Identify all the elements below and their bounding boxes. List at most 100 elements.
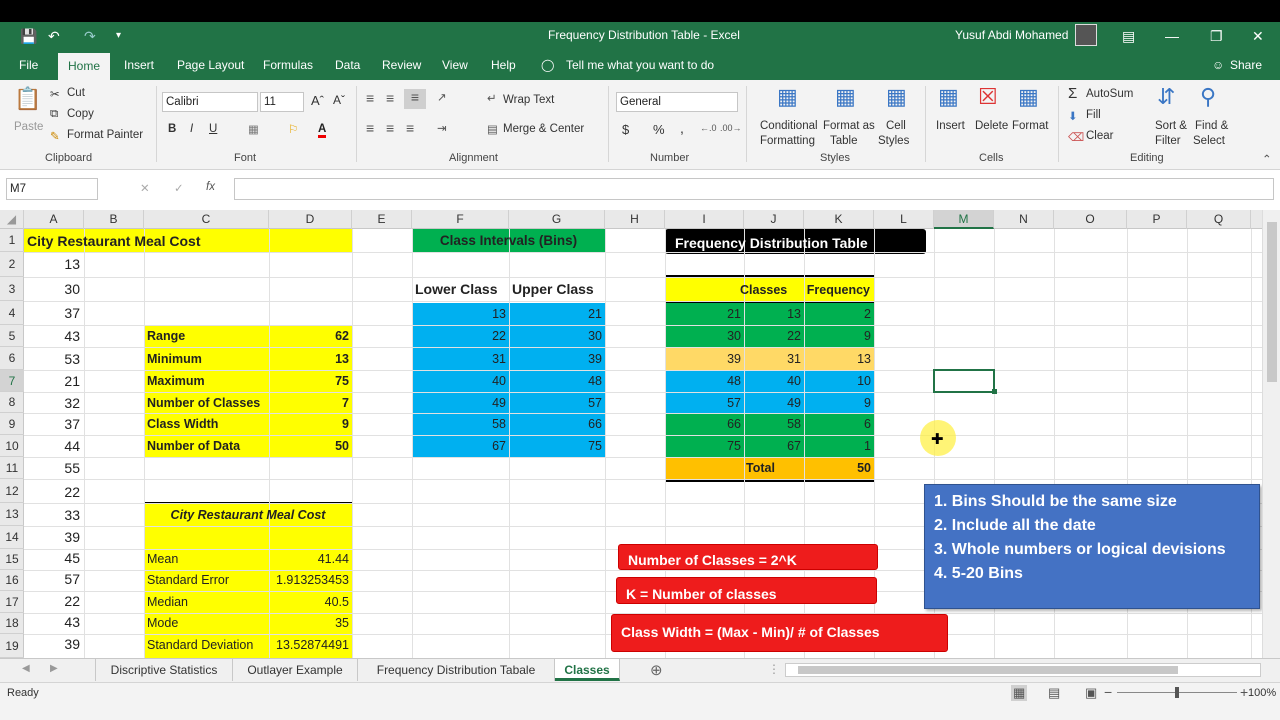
data-cell[interactable]: 13 bbox=[24, 254, 80, 274]
stat-value[interactable]: 62 bbox=[269, 326, 349, 346]
bold-button[interactable]: B bbox=[168, 123, 176, 135]
freq-classes-header[interactable]: Classes bbox=[740, 280, 787, 300]
find-select-label-2[interactable]: Select bbox=[1193, 135, 1225, 147]
freq-count[interactable]: 13 bbox=[804, 349, 871, 369]
col-header-e[interactable]: E bbox=[352, 210, 412, 229]
collapse-ribbon-icon[interactable]: ⌃ bbox=[1262, 152, 1272, 166]
ribbon-display-icon[interactable]: ▤ bbox=[1122, 28, 1135, 45]
col-header-k[interactable]: K bbox=[804, 210, 874, 229]
col-header-d[interactable]: D bbox=[269, 210, 352, 229]
restore-icon[interactable]: ❐ bbox=[1210, 28, 1223, 45]
page-break-view-icon[interactable]: ▣ bbox=[1085, 685, 1097, 701]
sheet-tab-classes[interactable]: Classes bbox=[555, 659, 620, 681]
bin-lower[interactable]: 58 bbox=[412, 414, 506, 434]
sheet-tab-outlayer[interactable]: Outlayer Example bbox=[233, 659, 358, 681]
bin-upper[interactable]: 57 bbox=[509, 393, 602, 413]
data-cell[interactable]: 21 bbox=[24, 371, 80, 391]
data-cell[interactable]: 37 bbox=[24, 414, 80, 434]
freq-total-value[interactable]: 50 bbox=[804, 458, 871, 478]
save-icon[interactable]: 💾 bbox=[20, 28, 37, 45]
align-center-icon[interactable]: ≡ bbox=[386, 120, 394, 136]
note-k-definition[interactable]: K = Number of classes bbox=[616, 577, 877, 604]
decrease-decimal-icon[interactable]: .00→ bbox=[720, 123, 742, 133]
col-header-g[interactable]: G bbox=[509, 210, 605, 229]
tell-me-search[interactable]: Tell me what you want to do bbox=[566, 58, 714, 72]
page-layout-view-icon[interactable]: ▤ bbox=[1048, 685, 1060, 701]
tab-home[interactable]: Home bbox=[58, 53, 110, 80]
freq-total-label[interactable]: Total bbox=[746, 458, 775, 478]
select-all-corner[interactable]: ◢ bbox=[0, 210, 24, 229]
stat-value[interactable]: 75 bbox=[269, 371, 349, 391]
close-icon[interactable]: ✕ bbox=[1252, 28, 1264, 45]
row-header[interactable]: 6 bbox=[0, 347, 24, 370]
grow-font-icon[interactable]: Aˆ bbox=[311, 93, 324, 108]
paste-button[interactable]: Paste bbox=[14, 121, 43, 133]
selected-cell-m7[interactable] bbox=[933, 369, 995, 393]
row-header[interactable]: 14 bbox=[0, 526, 24, 549]
percent-button[interactable]: % bbox=[653, 122, 665, 137]
row-header[interactable]: 13 bbox=[0, 503, 24, 526]
row-header[interactable]: 12 bbox=[0, 479, 24, 503]
insert-cells-icon[interactable]: ▦ bbox=[938, 84, 959, 110]
tab-insert[interactable]: Insert bbox=[124, 58, 154, 72]
freq-lower[interactable]: 31 bbox=[744, 349, 801, 369]
bins-upper-header[interactable]: Upper Class bbox=[512, 279, 594, 299]
data-cell[interactable]: 39 bbox=[24, 527, 80, 547]
orientation-icon[interactable]: ↗ bbox=[437, 90, 447, 104]
tab-view[interactable]: View bbox=[442, 58, 468, 72]
row-header[interactable]: 11 bbox=[0, 457, 24, 479]
freq-lower[interactable]: 13 bbox=[744, 304, 801, 324]
freq-lower[interactable]: 22 bbox=[744, 326, 801, 346]
desc-label[interactable]: Standard Deviation bbox=[147, 635, 253, 655]
freq-upper[interactable]: 57 bbox=[665, 393, 741, 413]
data-cell[interactable]: 45 bbox=[24, 548, 80, 568]
data-cell[interactable]: 55 bbox=[24, 458, 80, 478]
bin-lower[interactable]: 40 bbox=[412, 371, 506, 391]
menu-file[interactable]: File bbox=[19, 58, 38, 72]
format-as-table-label-1[interactable]: Format as bbox=[823, 120, 875, 132]
font-color-icon[interactable]: A bbox=[318, 123, 327, 138]
freq-lower[interactable]: 40 bbox=[744, 371, 801, 391]
increase-decimal-icon[interactable]: ←.0 bbox=[700, 123, 717, 133]
customize-qat-icon[interactable]: ▾ bbox=[116, 30, 121, 41]
stat-label[interactable]: Minimum bbox=[147, 349, 202, 369]
zoom-in-icon[interactable]: + bbox=[1240, 684, 1248, 700]
format-cells-button[interactable]: Format bbox=[1012, 120, 1048, 132]
desc-label[interactable]: Standard Error bbox=[147, 570, 229, 590]
horizontal-scrollbar[interactable] bbox=[785, 663, 1261, 677]
align-top-icon[interactable]: ≡ bbox=[366, 90, 374, 106]
stat-label[interactable]: Number of Data bbox=[147, 436, 240, 456]
stat-label[interactable]: Maximum bbox=[147, 371, 205, 391]
bin-upper[interactable]: 21 bbox=[509, 304, 602, 324]
col-header-i[interactable]: I bbox=[665, 210, 744, 229]
row-header[interactable]: 9 bbox=[0, 413, 24, 435]
tab-help[interactable]: Help bbox=[491, 58, 516, 72]
desc-label[interactable]: Mode bbox=[147, 613, 178, 633]
currency-button[interactable]: $ bbox=[622, 122, 629, 137]
freq-count[interactable]: 1 bbox=[804, 436, 871, 456]
row-header[interactable]: 7 bbox=[0, 370, 24, 392]
row-header[interactable]: 3 bbox=[0, 277, 24, 301]
col-header-q[interactable]: Q bbox=[1187, 210, 1251, 229]
data-cell[interactable]: 44 bbox=[24, 436, 80, 456]
minimize-icon[interactable]: — bbox=[1165, 28, 1179, 44]
comma-button[interactable]: , bbox=[680, 120, 684, 136]
indent-icon[interactable]: ⇥ bbox=[437, 121, 447, 135]
sort-filter-label-1[interactable]: Sort & bbox=[1155, 120, 1187, 132]
fill-handle[interactable] bbox=[992, 389, 997, 394]
format-cells-icon[interactable]: ▦ bbox=[1018, 84, 1039, 110]
align-bottom-icon[interactable]: ≡ bbox=[404, 89, 426, 109]
col-header-m[interactable]: M bbox=[934, 210, 994, 229]
italic-button[interactable]: I bbox=[190, 123, 193, 135]
row-header[interactable]: 15 bbox=[0, 549, 24, 570]
scroll-tabs-right-icon[interactable]: ▶ bbox=[50, 663, 58, 674]
row-header[interactable]: 17 bbox=[0, 591, 24, 613]
conditional-formatting-label-1[interactable]: Conditional bbox=[760, 120, 818, 132]
sort-filter-label-2[interactable]: Filter bbox=[1155, 135, 1181, 147]
freq-upper[interactable]: 39 bbox=[665, 349, 741, 369]
note-number-of-classes[interactable]: Number of Classes = 2^K bbox=[618, 544, 878, 570]
row-header[interactable]: 18 bbox=[0, 613, 24, 634]
bin-rules-box[interactable]: 1. Bins Should be the same size 2. Inclu… bbox=[924, 484, 1260, 609]
row-header[interactable]: 10 bbox=[0, 435, 24, 457]
insert-function-button[interactable]: fx bbox=[206, 181, 215, 193]
